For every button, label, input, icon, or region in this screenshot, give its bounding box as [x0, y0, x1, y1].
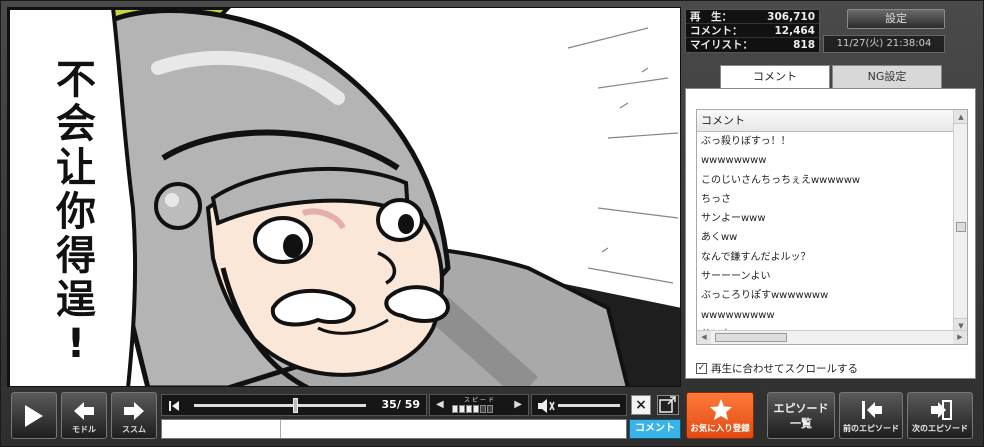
skip-to-start-icon[interactable]	[168, 400, 180, 412]
settings-button[interactable]: 設定	[847, 9, 945, 29]
panel-tabs: コメント NG設定	[720, 65, 942, 89]
close-comments-button[interactable]: ×	[631, 395, 651, 415]
page-separator: /	[396, 398, 401, 411]
stats-panel: 再 生： 306,710 コメント： 12,464 マイリスト： 818	[685, 9, 820, 53]
horizontal-scrollbar[interactable]: ◀ ▶	[697, 330, 967, 344]
volume-slider[interactable]	[558, 404, 620, 407]
back-button[interactable]: モドル	[61, 392, 107, 439]
prev-episode-button[interactable]: 前のエピソード	[839, 392, 903, 439]
manga-viewer[interactable]: 不 会 让 你 得 逞 !	[7, 7, 681, 387]
episode-list-button[interactable]: エピソード 一覧	[767, 392, 835, 439]
comment-list-header[interactable]: コメント	[697, 110, 953, 132]
comment-item[interactable]: このじいさんちっちぇえwwwwww	[697, 171, 953, 190]
comment-items: ぶっ殺りぼすっ！！ wwwwwwww このじいさんちっちぇえwwwwww ちっさ…	[697, 132, 953, 344]
comment-item[interactable]: サンよーwww	[697, 209, 953, 228]
next-episode-label: 次のエピソード	[912, 424, 968, 433]
speed-meter-segment[interactable]	[466, 405, 472, 413]
volume-control	[531, 394, 627, 416]
sync-scroll-checkbox[interactable]: ✓	[696, 363, 707, 374]
speed-meter-segment[interactable]	[452, 405, 458, 413]
comment-panel: コメント ぶっ殺りぼすっ！！ wwwwwwww このじいさんちっちぇえwwwww…	[685, 88, 976, 379]
page-total: 59	[404, 398, 420, 411]
speed-up-icon[interactable]: ▶	[514, 399, 522, 410]
tab-comments[interactable]: コメント	[720, 65, 830, 89]
stat-mylist-label: マイリスト：	[690, 39, 753, 51]
comment-item[interactable]: ちっさ	[697, 190, 953, 209]
stat-comment-label: コメント：	[690, 25, 743, 37]
next-episode-icon	[931, 400, 952, 420]
favorite-label: お気に入り登録	[690, 424, 750, 434]
comment-item[interactable]: wwwwwwww	[697, 151, 953, 170]
speed-label: スピード	[463, 397, 496, 404]
speed-meter-segment[interactable]	[459, 405, 465, 413]
speed-control: ◀ スピード ▶	[429, 394, 529, 416]
stat-comment-value: 12,464	[774, 25, 815, 37]
seek-knob[interactable]	[293, 398, 299, 413]
forward-button[interactable]: ススム	[111, 392, 157, 439]
comment-input[interactable]	[161, 419, 627, 439]
seek-track[interactable]	[194, 404, 366, 407]
horizontal-scroll-thumb[interactable]	[715, 333, 787, 342]
tab-ng-settings[interactable]: NG設定	[832, 65, 942, 89]
stat-comment: コメント： 12,464	[686, 24, 819, 38]
comment-item[interactable]: wwwwwwwww	[697, 306, 953, 325]
favorite-button[interactable]: お気に入り登録	[686, 392, 754, 439]
stat-mylist: マイリスト： 818	[686, 38, 819, 52]
comment-input-divider	[280, 420, 281, 438]
fullscreen-button[interactable]	[657, 395, 679, 415]
datetime-display: 11/27(火) 21:38:04	[823, 35, 945, 53]
star-icon	[710, 399, 732, 420]
sync-scroll-option[interactable]: ✓ 再生に合わせてスクロールする	[696, 361, 858, 376]
comment-item[interactable]: あくww	[697, 228, 953, 247]
prev-episode-icon	[862, 401, 882, 419]
comment-item[interactable]: ぶっころりぽすwwwwwww	[697, 286, 953, 305]
vertical-scroll-thumb[interactable]	[956, 222, 966, 232]
prev-episode-label: 前のエピソード	[843, 424, 899, 433]
manga-illustration	[8, 8, 680, 386]
comment-item[interactable]: ぶっ殺りぼすっ！！	[697, 132, 953, 151]
speed-down-icon[interactable]: ◀	[436, 399, 444, 410]
arrow-left-icon	[74, 402, 94, 420]
speed-meter-segment[interactable]	[473, 405, 479, 413]
sync-scroll-label: 再生に合わせてスクロールする	[711, 363, 858, 375]
speed-meter-segment[interactable]	[480, 405, 486, 413]
play-button[interactable]	[11, 392, 57, 439]
stat-play-label: 再 生：	[690, 11, 732, 23]
page-counter: 35/ 59	[382, 398, 421, 411]
back-label: モドル	[72, 425, 96, 434]
comment-item[interactable]: サーーーンよい	[697, 267, 953, 286]
comment-item[interactable]: なんで鎌すんだよルッ？	[697, 248, 953, 267]
seek-bar[interactable]: 35/ 59	[161, 394, 427, 416]
scroll-right-icon[interactable]: ▶	[953, 331, 967, 344]
episode-list-label: エピソード 一覧	[773, 402, 829, 430]
manga-player: 不 会 让 你 得 逞 ! 再 生： 306,710 コメント： 12,464 …	[0, 0, 984, 447]
forward-label: ススム	[122, 425, 146, 434]
stat-play: 再 生： 306,710	[686, 10, 819, 24]
comment-submit-button[interactable]: コメント	[629, 419, 681, 439]
play-icon	[25, 405, 43, 427]
fullscreen-icon	[659, 396, 676, 413]
speech-text: 不 会 让 你 得 逞 !	[56, 57, 96, 367]
stat-mylist-value: 818	[793, 39, 815, 51]
vertical-scrollbar[interactable]: ▲ ▼	[953, 110, 967, 332]
scroll-up-icon[interactable]: ▲	[954, 110, 967, 124]
stat-play-value: 306,710	[767, 11, 815, 23]
arrow-right-icon	[124, 402, 144, 420]
speed-meter-segment[interactable]	[487, 405, 493, 413]
scroll-left-icon[interactable]: ◀	[697, 331, 711, 344]
speaker-icon[interactable]	[537, 398, 555, 414]
page-current: 35	[381, 398, 397, 411]
speed-meter[interactable]	[452, 405, 493, 413]
comment-list[interactable]: コメント ぶっ殺りぼすっ！！ wwwwwwww このじいさんちっちぇえwwwww…	[696, 109, 968, 345]
next-episode-button[interactable]: 次のエピソード	[907, 392, 973, 439]
